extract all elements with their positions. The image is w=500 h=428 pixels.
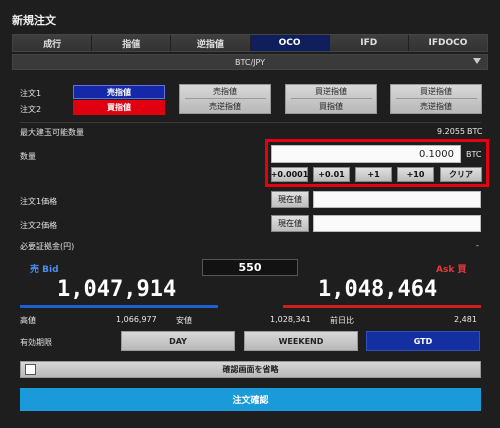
tab-oco[interactable]: OCO — [250, 35, 330, 51]
ask-price[interactable]: 1,048,464 — [318, 277, 437, 302]
expiry-weekend-button[interactable]: WEEKEND — [244, 331, 358, 351]
combo-3-bottom: 売逆指値 — [420, 102, 452, 112]
high-label: 高値 — [20, 316, 36, 325]
order2-label: 注文2 — [20, 105, 42, 114]
ask-label: Ask 買 — [436, 265, 467, 275]
skip-confirm-label: 確認画面を省略 — [222, 365, 279, 374]
low-label: 安値 — [176, 316, 192, 325]
divider — [395, 98, 477, 100]
order-combo-button-3[interactable]: 買逆指値 売逆指値 — [390, 84, 482, 114]
expiry-label: 有効期限 — [20, 338, 52, 347]
combo-2-bottom: 買指値 — [319, 102, 343, 112]
page-title: 新規注文 — [12, 14, 56, 27]
ask-underline — [283, 305, 481, 308]
price2-label: 注文2価格 — [20, 221, 58, 230]
divider — [184, 98, 266, 100]
current-price-1-button[interactable]: 現在値 — [271, 191, 309, 208]
current-price-2-button[interactable]: 現在値 — [271, 215, 309, 232]
bid-label: 売 Bid — [30, 265, 59, 275]
combo-3-top: 買逆指値 — [420, 86, 452, 96]
pair-select[interactable]: BTC/JPY — [12, 54, 488, 70]
order-combo-button-2[interactable]: 買逆指値 買指値 — [285, 84, 377, 114]
clear-button[interactable]: クリア — [440, 167, 482, 182]
margin-value: - — [476, 241, 479, 250]
skip-confirm-toggle[interactable]: 確認画面を省略 — [20, 361, 481, 378]
step-1-button[interactable]: +1 — [355, 167, 392, 182]
divider — [20, 122, 481, 123]
tab-market[interactable]: 成行 — [13, 35, 93, 51]
step-10-button[interactable]: +10 — [397, 167, 434, 182]
step-001-button[interactable]: +0.01 — [313, 167, 350, 182]
max-qty-unit: BTC — [467, 127, 483, 136]
order1-label: 注文1 — [20, 89, 42, 98]
expiry-day-button[interactable]: DAY — [121, 331, 235, 351]
change-label: 前日比 — [330, 316, 354, 325]
quantity-unit: BTC — [466, 150, 482, 159]
high-value: 1,066,977 — [116, 315, 157, 324]
tab-ifdoco[interactable]: IFDOCO — [408, 35, 488, 51]
order-combo-button-1[interactable]: 売指値 売逆指値 — [179, 84, 271, 114]
quantity-label: 数量 — [20, 152, 36, 161]
margin-label: 必要証拠金(円) — [20, 242, 75, 251]
skip-confirm-checkbox[interactable] — [25, 364, 36, 375]
spread-value: 550 — [202, 259, 298, 276]
quantity-input[interactable]: 0.1000 — [271, 145, 461, 163]
tab-stop[interactable]: 逆指値 — [171, 35, 251, 51]
order-type-tabs: 成行 指値 逆指値 OCO IFD IFDOCO — [12, 34, 488, 52]
max-qty-label: 最大建玉可能数量 — [20, 128, 84, 137]
divider — [290, 98, 372, 100]
price1-input[interactable] — [313, 191, 481, 208]
tab-ifd[interactable]: IFD — [329, 35, 409, 51]
bid-price[interactable]: 1,047,914 — [57, 277, 176, 302]
max-qty-value: 9.2055 — [437, 127, 465, 136]
confirm-order-button[interactable]: 注文確認 — [20, 388, 481, 411]
combo-1-bottom: 売逆指値 — [209, 102, 241, 112]
side-buy-limit[interactable]: 買指値 — [73, 100, 165, 115]
side-sell-limit[interactable]: 売指値 — [73, 85, 165, 99]
combo-2-top: 買逆指値 — [315, 86, 347, 96]
expiry-gtd-button[interactable]: GTD — [366, 331, 480, 351]
step-0001-button[interactable]: +0.0001 — [271, 167, 308, 182]
change-value: 2,481 — [454, 315, 477, 324]
tab-limit[interactable]: 指値 — [92, 35, 172, 51]
pair-label: BTC/JPY — [234, 57, 266, 67]
chevron-down-icon — [473, 58, 481, 64]
price2-input[interactable] — [313, 215, 481, 232]
combo-1-top: 売指値 — [213, 86, 237, 96]
bid-underline — [20, 305, 218, 308]
price1-label: 注文1価格 — [20, 197, 58, 206]
low-value: 1,028,341 — [270, 315, 311, 324]
